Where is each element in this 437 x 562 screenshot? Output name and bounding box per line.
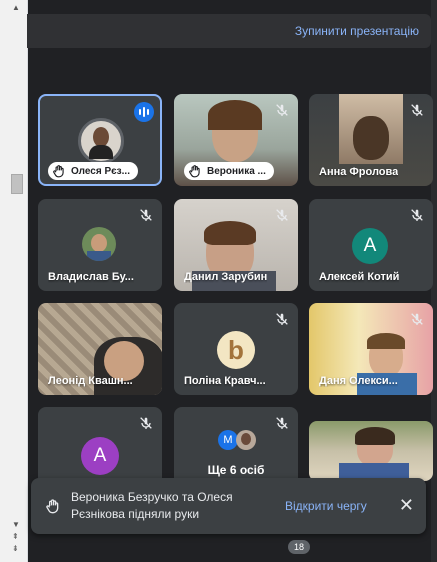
name-pill: Вероника ... bbox=[184, 162, 274, 180]
mic-off-icon bbox=[138, 207, 154, 223]
toast-message: Вероника Безручко та Олеся Рєзнікова під… bbox=[71, 490, 233, 521]
participant-avatar: А bbox=[81, 437, 119, 475]
mic-off-icon bbox=[274, 415, 290, 431]
participant-tile[interactable]: Леонід Квашн... bbox=[38, 303, 162, 395]
participant-tile[interactable]: Владислав Бу... bbox=[38, 199, 162, 291]
avatar bbox=[236, 430, 256, 450]
raised-hands-toast: Вероника Безручко та Олеся Рєзнікова під… bbox=[31, 478, 426, 534]
mic-off-icon bbox=[409, 102, 425, 118]
scroll-bottom-arrow[interactable]: ⇟ bbox=[12, 544, 19, 553]
mic-off-icon bbox=[409, 311, 425, 327]
vertical-scrollbar[interactable]: ▲ ▼ ⇞ ⇟ bbox=[0, 0, 28, 562]
participant-name: Даня Олекси... bbox=[319, 375, 398, 387]
participant-name: Олеся Рєз... bbox=[71, 165, 130, 177]
mic-off-icon bbox=[274, 207, 290, 223]
participant-avatar: А bbox=[352, 228, 388, 264]
participant-tile[interactable]: b Поліна Кравч... bbox=[174, 303, 298, 395]
participant-tile[interactable]: Вероника ... bbox=[174, 94, 298, 186]
avatar: M bbox=[218, 430, 238, 450]
mic-off-icon bbox=[274, 311, 290, 327]
participant-name: Данил Зарубин bbox=[184, 271, 268, 283]
participant-tile[interactable]: А Алексей Котий bbox=[309, 199, 433, 291]
participant-name: Вероника ... bbox=[207, 165, 266, 177]
scrollbar-thumb[interactable] bbox=[11, 174, 23, 194]
participant-avatar bbox=[78, 118, 124, 164]
participant-name: Алексей Котий bbox=[319, 271, 400, 283]
participant-avatar bbox=[82, 227, 116, 261]
participant-count-badge: 18 bbox=[288, 540, 310, 554]
participant-tile[interactable] bbox=[309, 421, 433, 481]
scroll-up-arrow[interactable]: ▲ bbox=[12, 3, 20, 12]
open-queue-button[interactable]: Відкрити чергу bbox=[285, 499, 367, 513]
participant-tile[interactable]: Данил Зарубин bbox=[174, 199, 298, 291]
mic-off-icon bbox=[274, 102, 290, 118]
close-icon[interactable]: ✕ bbox=[399, 495, 414, 516]
participant-name: Поліна Кравч... bbox=[184, 375, 266, 387]
participant-tile[interactable]: Даня Олекси... bbox=[309, 303, 433, 395]
participant-avatar: b bbox=[217, 331, 255, 369]
scroll-down-arrow[interactable]: ▼ bbox=[12, 520, 20, 529]
mic-off-icon bbox=[409, 207, 425, 223]
speaking-icon bbox=[134, 102, 154, 122]
hand-raised-icon bbox=[45, 498, 61, 514]
participant-tile[interactable]: Анна Фролова bbox=[309, 94, 433, 186]
mic-off-icon bbox=[138, 415, 154, 431]
participant-name: Анна Фролова bbox=[319, 166, 399, 178]
scroll-top-arrow[interactable]: ⇞ bbox=[12, 532, 19, 541]
more-participants-label: Ще 6 осіб bbox=[207, 463, 265, 477]
hand-raised-icon bbox=[52, 164, 66, 178]
name-pill: Олеся Рєз... bbox=[48, 162, 138, 180]
hand-raised-icon bbox=[188, 164, 202, 178]
stop-presentation-button[interactable]: Зупинити презентацію bbox=[295, 24, 419, 38]
participant-name: Владислав Бу... bbox=[48, 271, 134, 283]
presentation-banner: Зупинити презентацію bbox=[27, 14, 431, 48]
participant-tile[interactable]: Олеся Рєз... bbox=[38, 94, 162, 186]
participant-name: Леонід Квашн... bbox=[48, 375, 133, 387]
